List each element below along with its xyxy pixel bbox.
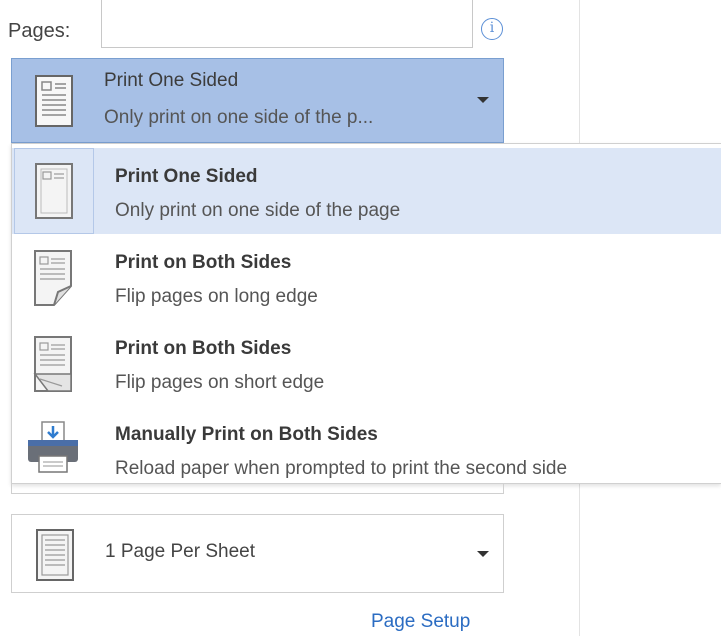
chevron-down-icon xyxy=(477,97,489,103)
page-per-sheet-icon xyxy=(36,529,74,581)
option-title: Print on Both Sides xyxy=(115,338,292,359)
option-manual-both-sides[interactable]: Manually Print on Both Sides Reload pape… xyxy=(12,406,721,492)
selector-subtitle: Only print on one side of the p... xyxy=(104,107,374,128)
printer-icon xyxy=(28,421,78,473)
option-icon-box xyxy=(14,406,94,492)
page-setup-link[interactable]: Page Setup xyxy=(371,611,470,633)
option-icon-box xyxy=(14,234,94,320)
print-sides-selector[interactable]: Print One Sided Only print on one side o… xyxy=(11,58,504,143)
pages-label: Pages: xyxy=(8,20,71,42)
option-title: Print on Both Sides xyxy=(115,252,292,273)
option-print-one-sided[interactable]: Print One Sided Only print on one side o… xyxy=(12,148,721,234)
selector-title: Print One Sided xyxy=(104,70,239,91)
option-title: Print One Sided xyxy=(115,166,258,187)
obscured-setting-edge xyxy=(11,484,504,494)
option-both-sides-long-edge[interactable]: Print on Both Sides Flip pages on long e… xyxy=(12,234,721,320)
flip-long-edge-icon xyxy=(34,250,72,306)
pages-per-sheet-label: 1 Page Per Sheet xyxy=(105,541,255,562)
option-title: Manually Print on Both Sides xyxy=(115,424,378,445)
chevron-down-icon xyxy=(477,551,489,557)
info-icon[interactable]: i xyxy=(481,18,503,40)
print-sides-dropdown: Print One Sided Only print on one side o… xyxy=(11,143,721,484)
pages-per-sheet-selector[interactable]: 1 Page Per Sheet xyxy=(11,514,504,593)
pages-input[interactable] xyxy=(101,0,473,48)
one-sided-page-icon xyxy=(35,75,73,127)
option-subtitle: Reload paper when prompted to print the … xyxy=(115,458,568,479)
option-subtitle: Flip pages on short edge xyxy=(115,372,325,393)
option-subtitle: Flip pages on long edge xyxy=(115,286,318,307)
option-subtitle: Only print on one side of the page xyxy=(115,200,401,221)
option-both-sides-short-edge[interactable]: Print on Both Sides Flip pages on short … xyxy=(12,320,721,406)
option-icon-box xyxy=(14,148,94,234)
option-icon-box xyxy=(14,320,94,406)
one-sided-page-icon xyxy=(35,163,73,219)
flip-short-edge-icon xyxy=(33,336,72,392)
